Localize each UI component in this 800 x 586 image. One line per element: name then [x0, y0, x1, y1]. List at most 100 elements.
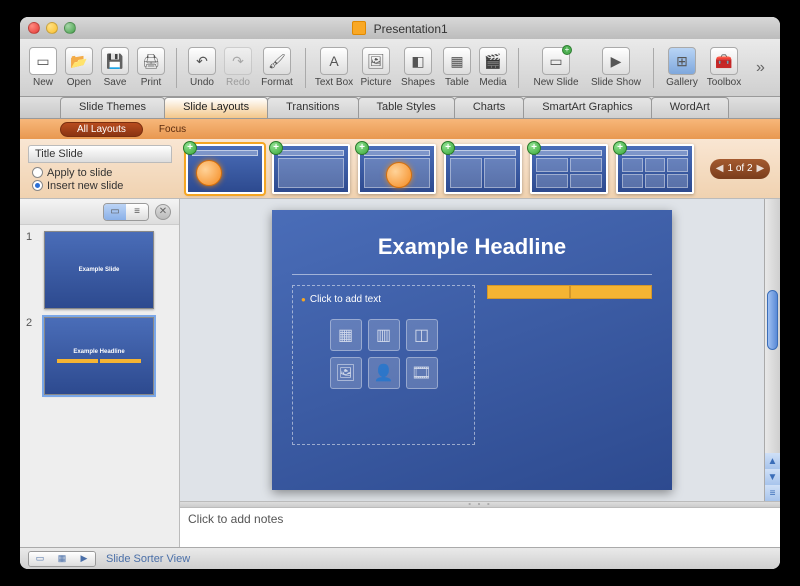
- layout-pager[interactable]: ◀ 1 of 2 ▶: [710, 159, 770, 179]
- titlebar: Presentation1: [20, 17, 780, 39]
- print-button[interactable]: 🖨Print: [134, 47, 168, 88]
- undo-button[interactable]: ↶Undo: [185, 47, 219, 88]
- table-icon: ▦: [443, 47, 471, 75]
- tab-smartart[interactable]: SmartArt Graphics: [523, 97, 651, 118]
- content-type-icons: ▦ ▥ ◫ 🖼 👤 🎞: [301, 319, 466, 389]
- new-button[interactable]: ▭New: [26, 47, 60, 88]
- save-icon: 💾: [101, 47, 129, 75]
- textbox-button[interactable]: AText Box: [314, 47, 354, 88]
- scroll-down-icon[interactable]: ▼: [765, 469, 780, 485]
- tab-slide-themes[interactable]: Slide Themes: [60, 97, 165, 118]
- canvas-area: Example Headline Click to add text ▦ ▥ ◫…: [180, 199, 780, 547]
- shapes-icon: ◧: [404, 47, 432, 75]
- layout-thumbnails: + + + + +: [180, 144, 710, 194]
- tab-transitions[interactable]: Transitions: [267, 97, 358, 118]
- add-badge-icon: +: [441, 141, 455, 155]
- add-badge-icon: +: [527, 141, 541, 155]
- save-button[interactable]: 💾Save: [98, 47, 132, 88]
- pager-next-icon: ▶: [757, 163, 765, 174]
- new-slide-icon: ▭+: [542, 47, 570, 75]
- subtab-all-layouts[interactable]: All Layouts: [60, 122, 143, 137]
- add-badge-icon: +: [269, 141, 283, 155]
- layout-thumb-3[interactable]: +: [358, 144, 436, 194]
- tab-wordart[interactable]: WordArt: [651, 97, 729, 118]
- insert-media-icon[interactable]: 🎞: [406, 357, 438, 389]
- tab-table-styles[interactable]: Table Styles: [358, 97, 455, 118]
- layout-thumb-1[interactable]: +: [186, 144, 264, 194]
- open-button[interactable]: 📂Open: [62, 47, 96, 88]
- redo-icon: ↷: [224, 47, 252, 75]
- gallery-icon: ⊞: [668, 47, 696, 75]
- shapes-button[interactable]: ◧Shapes: [398, 47, 438, 88]
- layout-gallery: Title Slide Apply to slide Insert new sl…: [20, 139, 780, 199]
- print-icon: 🖨: [137, 47, 165, 75]
- insert-table-icon[interactable]: ▦: [330, 319, 362, 351]
- apply-to-slide-option[interactable]: Apply to slide: [32, 167, 172, 179]
- slide-thumb-2[interactable]: Example Headline: [44, 317, 154, 395]
- undo-icon: ↶: [188, 47, 216, 75]
- main-toolbar: ▭New 📂Open 💾Save 🖨Print ↶Undo ↷Redo 🖌For…: [20, 39, 780, 97]
- insert-new-slide-option[interactable]: Insert new slide: [32, 180, 172, 192]
- toolbar-overflow-button[interactable]: »: [756, 59, 774, 77]
- insert-clipart-icon[interactable]: 👤: [368, 357, 400, 389]
- slide-title-placeholder[interactable]: Example Headline: [292, 224, 652, 274]
- content-prompt-text: Click to add text: [301, 294, 466, 305]
- layout-thumb-6[interactable]: +: [616, 144, 694, 194]
- slide-panel-toolbar: ▭ ≡ ✕: [20, 199, 179, 225]
- slide-thumbnails: 1 Example Slide 2 Example Headline: [20, 225, 179, 547]
- panel-view-segment: ▭ ≡: [103, 203, 149, 221]
- status-text: Slide Sorter View: [106, 553, 190, 565]
- scroll-end-icon[interactable]: ≡: [765, 485, 780, 501]
- scrollbar-thumb[interactable]: [767, 290, 778, 350]
- slideshow-icon: ▶: [602, 47, 630, 75]
- notes-pane[interactable]: Click to add notes: [180, 507, 780, 547]
- picture-button[interactable]: 🖼Picture: [356, 47, 396, 88]
- layout-thumb-2[interactable]: +: [272, 144, 350, 194]
- pager-prev-icon: ◀: [716, 163, 724, 174]
- insert-chart-icon[interactable]: ▥: [368, 319, 400, 351]
- slide-thumb-1[interactable]: Example Slide: [44, 231, 154, 309]
- close-panel-button[interactable]: ✕: [155, 204, 171, 220]
- slideshow-view-button[interactable]: ▶: [73, 552, 95, 566]
- layout-thumb-5[interactable]: +: [530, 144, 608, 194]
- pager-label: 1 of 2: [727, 163, 752, 174]
- table-placeholder[interactable]: [487, 285, 652, 445]
- view-buttons: ▭ ▦ ▶: [28, 551, 96, 567]
- subtab-focus[interactable]: Focus: [143, 123, 202, 136]
- slide-number-1: 1: [26, 231, 38, 309]
- status-bar: ▭ ▦ ▶ Slide Sorter View: [20, 547, 780, 569]
- window-title: Presentation1: [20, 21, 780, 36]
- format-icon: 🖌: [263, 47, 291, 75]
- vertical-scrollbar[interactable]: ▲ ▼ ≡: [764, 199, 780, 501]
- insert-picture-icon[interactable]: 🖼: [330, 357, 362, 389]
- toolbox-icon: 🧰: [710, 47, 738, 75]
- radio-icon: [32, 180, 43, 191]
- gallery-button[interactable]: ⊞Gallery: [662, 47, 702, 88]
- toolbox-button[interactable]: 🧰Toolbox: [704, 47, 744, 88]
- insert-smartart-icon[interactable]: ◫: [406, 319, 438, 351]
- slideshow-button[interactable]: ▶Slide Show: [587, 47, 645, 88]
- new-slide-button[interactable]: ▭+New Slide: [527, 47, 585, 88]
- sorter-view-button[interactable]: ▦: [51, 552, 73, 566]
- tab-slide-layouts[interactable]: Slide Layouts: [164, 97, 268, 118]
- layout-thumb-4[interactable]: +: [444, 144, 522, 194]
- content-placeholder[interactable]: Click to add text ▦ ▥ ◫ 🖼 👤 🎞: [292, 285, 475, 445]
- current-slide[interactable]: Example Headline Click to add text ▦ ▥ ◫…: [272, 210, 672, 490]
- media-button[interactable]: 🎬Media: [476, 47, 510, 88]
- format-button[interactable]: 🖌Format: [257, 47, 297, 88]
- cursor-highlight: [386, 162, 412, 188]
- redo-button[interactable]: ↷Redo: [221, 47, 255, 88]
- window-title-text: Presentation1: [374, 22, 448, 36]
- tab-charts[interactable]: Charts: [454, 97, 524, 118]
- picture-icon: 🖼: [362, 47, 390, 75]
- slide-canvas[interactable]: Example Headline Click to add text ▦ ▥ ◫…: [180, 199, 764, 501]
- new-icon: ▭: [29, 47, 57, 75]
- add-badge-icon: +: [183, 141, 197, 155]
- add-badge-icon: +: [613, 141, 627, 155]
- slide-number-2: 2: [26, 317, 38, 395]
- table-button[interactable]: ▦Table: [440, 47, 474, 88]
- normal-view-button[interactable]: ▭: [29, 552, 51, 566]
- scroll-up-icon[interactable]: ▲: [765, 453, 780, 469]
- outline-view-button[interactable]: ≡: [126, 204, 148, 220]
- thumbnail-view-button[interactable]: ▭: [104, 204, 126, 220]
